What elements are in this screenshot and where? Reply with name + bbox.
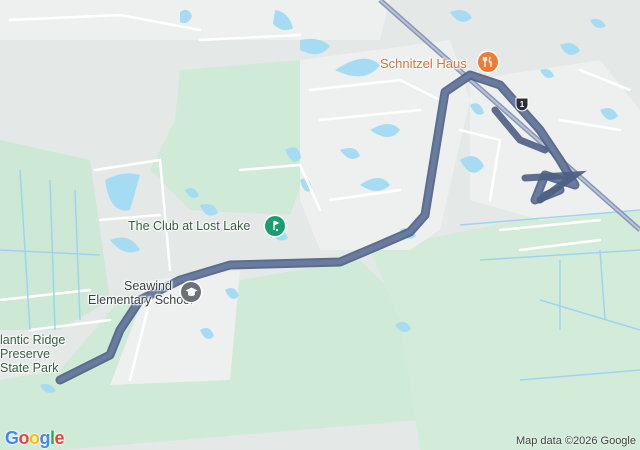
us-highway-shield-icon: 1 bbox=[515, 97, 529, 112]
svg-text:1: 1 bbox=[520, 100, 525, 109]
park-label-line3[interactable]: State Park bbox=[0, 361, 58, 375]
residential-area bbox=[0, 0, 390, 40]
google-logo: Google bbox=[5, 428, 65, 449]
map-base bbox=[0, 0, 640, 450]
fork-knife-icon[interactable] bbox=[478, 52, 498, 72]
school-label-line2[interactable]: Elementary School bbox=[88, 293, 193, 307]
graduation-cap-icon[interactable] bbox=[181, 282, 201, 302]
map-canvas[interactable]: 1 Schnitzel Haus The Club at Lost Lake S… bbox=[0, 0, 640, 450]
park-label-line1[interactable]: lantic Ridge bbox=[0, 333, 65, 347]
schnitzel-haus-label[interactable]: Schnitzel Haus bbox=[380, 57, 467, 71]
park-label-line2[interactable]: Preserve bbox=[0, 347, 50, 361]
school-label-line1[interactable]: Seawind bbox=[124, 279, 172, 293]
google-logo-text: Google bbox=[5, 428, 65, 448]
golf-icon[interactable] bbox=[265, 216, 285, 236]
map-attribution[interactable]: Map data ©2026 Google bbox=[516, 435, 636, 447]
club-at-lost-lake-label[interactable]: The Club at Lost Lake bbox=[128, 219, 250, 233]
